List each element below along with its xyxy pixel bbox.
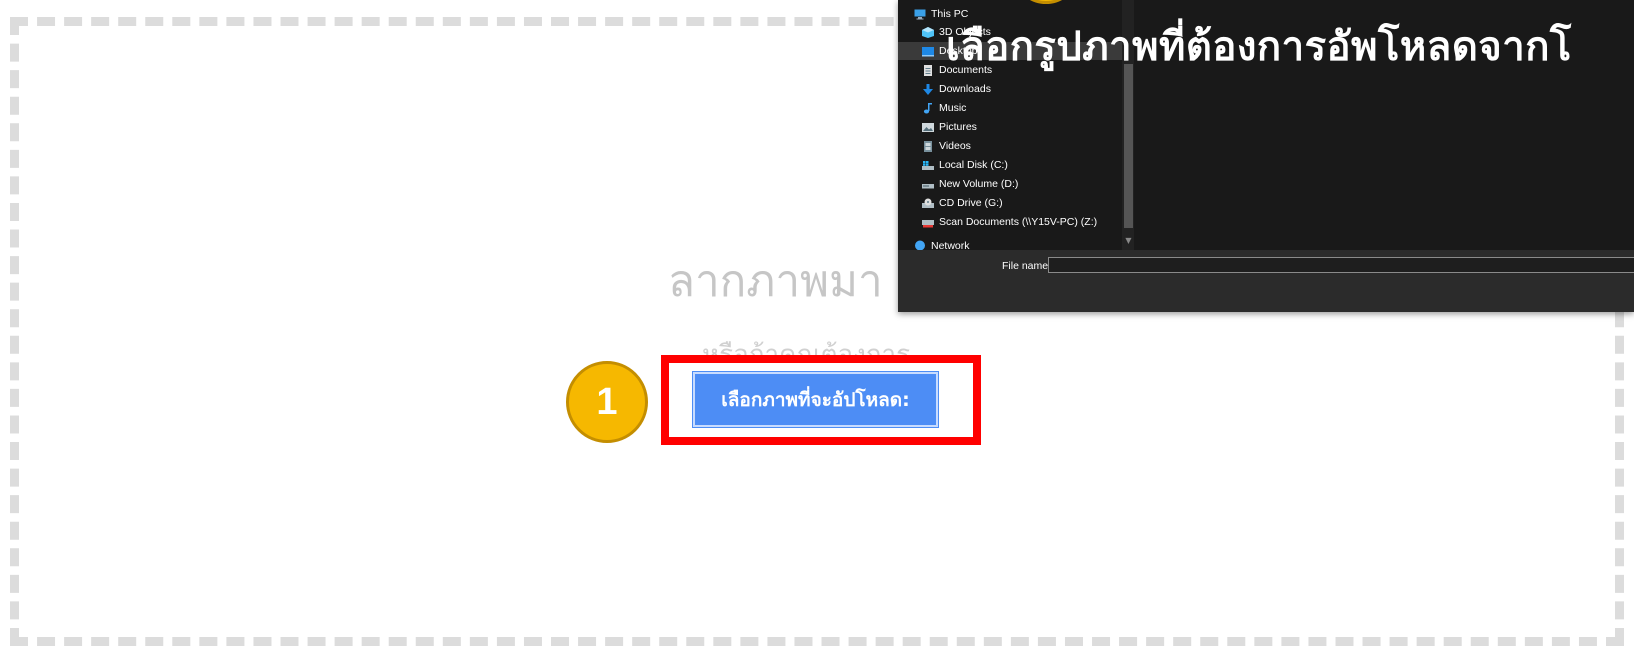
nav-item-cd-drive-g[interactable]: CD Drive (G:): [922, 194, 1003, 212]
desktop-icon: [922, 46, 934, 56]
nav-item-label: Local Disk (C:): [939, 159, 1008, 171]
file-name-label: File name:: [1002, 260, 1052, 272]
music-note-icon: [923, 102, 932, 113]
scroll-down-icon[interactable]: ▼: [1124, 236, 1133, 246]
cd-drive-icon: [922, 198, 934, 208]
nav-item-label: Downloads: [939, 83, 991, 95]
drive-icon: [922, 183, 934, 188]
nav-item-label: New Volume (D:): [939, 178, 1019, 190]
pc-icon: [914, 9, 926, 19]
cube-icon: [922, 26, 934, 38]
scroll-thumb[interactable]: [1124, 64, 1133, 228]
windows-drive-icon: [922, 160, 934, 170]
nav-item-label: Scan Documents (\\Y15V-PC) (Z:): [939, 216, 1098, 228]
nav-item-videos[interactable]: Videos: [922, 137, 971, 155]
nav-item-label: Network: [931, 240, 970, 250]
document-icon: [924, 64, 932, 76]
film-icon: [924, 140, 932, 152]
nav-item-local-disk-c[interactable]: Local Disk (C:): [922, 156, 1008, 174]
nav-item-label: CD Drive (G:): [939, 197, 1003, 209]
picture-icon: [922, 122, 934, 132]
step-1-badge: 1: [566, 361, 648, 443]
download-arrow-icon: [923, 83, 933, 95]
dialog-footer: File name:: [898, 250, 1634, 312]
nav-item-pictures[interactable]: Pictures: [922, 118, 977, 136]
select-image-upload-button[interactable]: เลือกภาพที่จะอัปโหลด:: [693, 372, 938, 427]
file-name-input[interactable]: [1048, 257, 1634, 273]
nav-item-network[interactable]: Network: [914, 240, 970, 250]
network-icon: [915, 240, 925, 250]
nav-item-downloads[interactable]: Downloads: [922, 80, 991, 98]
nav-item-scan-documents-z[interactable]: Scan Documents (\\Y15V-PC) (Z:): [922, 213, 1097, 231]
network-drive-icon: [922, 219, 934, 227]
nav-item-label: Videos: [939, 140, 971, 152]
nav-item-label: Pictures: [939, 121, 977, 133]
instruction-heading: เลือกรูปภาพที่ต้องการอัพโหลดจากโ: [946, 24, 1572, 70]
nav-item-label: Music: [939, 102, 967, 114]
nav-item-new-volume-d[interactable]: New Volume (D:): [922, 175, 1018, 193]
nav-item-music[interactable]: Music: [922, 99, 966, 117]
